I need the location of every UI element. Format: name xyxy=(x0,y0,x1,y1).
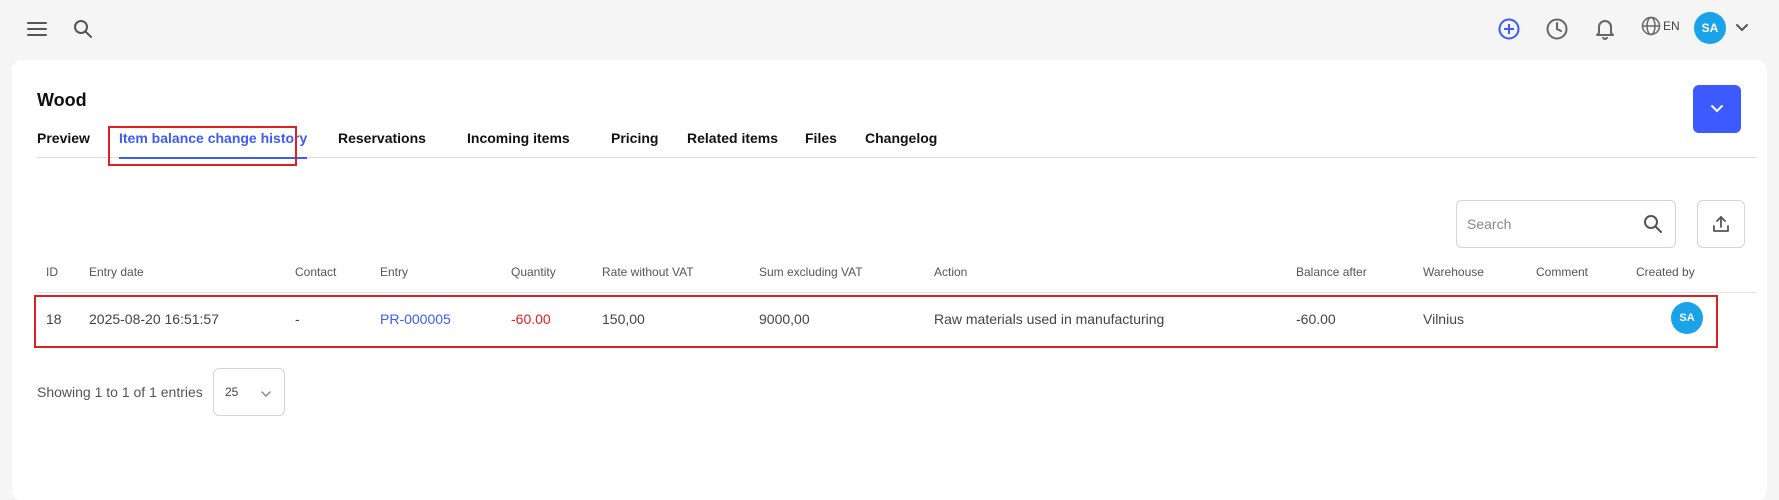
column-header-comment[interactable]: Comment xyxy=(1536,265,1588,279)
column-header-contact[interactable]: Contact xyxy=(295,265,336,279)
globe-icon xyxy=(1641,16,1661,36)
column-header-rate[interactable]: Rate without VAT xyxy=(602,265,694,279)
search-field[interactable] xyxy=(1456,200,1676,248)
column-header-entry-date[interactable]: Entry date xyxy=(89,265,144,279)
menu-icon[interactable] xyxy=(26,19,48,39)
tab-pricing[interactable]: Pricing xyxy=(611,126,658,158)
clock-icon[interactable] xyxy=(1545,17,1569,41)
tab-incoming-items[interactable]: Incoming items xyxy=(467,126,570,158)
tab-reservations[interactable]: Reservations xyxy=(338,126,426,158)
page-size-value: 25 xyxy=(225,385,239,399)
user-avatar[interactable]: SA xyxy=(1694,12,1726,44)
tab-files[interactable]: Files xyxy=(805,126,837,158)
top-bar: EN SA xyxy=(0,0,1779,58)
tab-changelog[interactable]: Changelog xyxy=(865,126,937,158)
language-label: EN xyxy=(1663,19,1680,33)
entries-info: Showing 1 to 1 of 1 entries xyxy=(37,384,203,400)
column-header-quantity[interactable]: Quantity xyxy=(511,265,556,279)
column-header-balance-after[interactable]: Balance after xyxy=(1296,265,1367,279)
search-input[interactable] xyxy=(1467,213,1627,235)
search-icon[interactable] xyxy=(72,18,94,40)
table-header: ID Entry date Contact Entry Quantity Rat… xyxy=(37,265,1757,293)
bell-icon[interactable] xyxy=(1593,17,1617,41)
tab-related-items[interactable]: Related items xyxy=(687,126,778,158)
column-header-action[interactable]: Action xyxy=(934,265,967,279)
add-circle-icon[interactable] xyxy=(1497,17,1521,41)
language-selector[interactable]: EN xyxy=(1641,16,1680,36)
search-icon[interactable] xyxy=(1643,214,1663,239)
chevron-down-icon xyxy=(260,385,272,403)
upload-icon xyxy=(1713,216,1729,232)
page-size-select[interactable]: 25 xyxy=(213,368,285,416)
row-highlight xyxy=(34,295,1718,348)
column-header-id[interactable]: ID xyxy=(46,265,58,279)
chevron-down-icon[interactable] xyxy=(1734,20,1750,36)
active-tab-highlight xyxy=(108,126,297,166)
chevron-down-icon xyxy=(1711,105,1723,113)
column-header-warehouse[interactable]: Warehouse xyxy=(1423,265,1484,279)
tab-preview[interactable]: Preview xyxy=(37,126,90,158)
column-header-entry[interactable]: Entry xyxy=(380,265,408,279)
content-card: Wood Preview Item balance change history… xyxy=(12,60,1767,500)
page-title: Wood xyxy=(37,90,87,110)
export-button[interactable] xyxy=(1697,200,1745,248)
column-header-created-by[interactable]: Created by xyxy=(1636,265,1695,279)
column-header-sum[interactable]: Sum excluding VAT xyxy=(759,265,863,279)
